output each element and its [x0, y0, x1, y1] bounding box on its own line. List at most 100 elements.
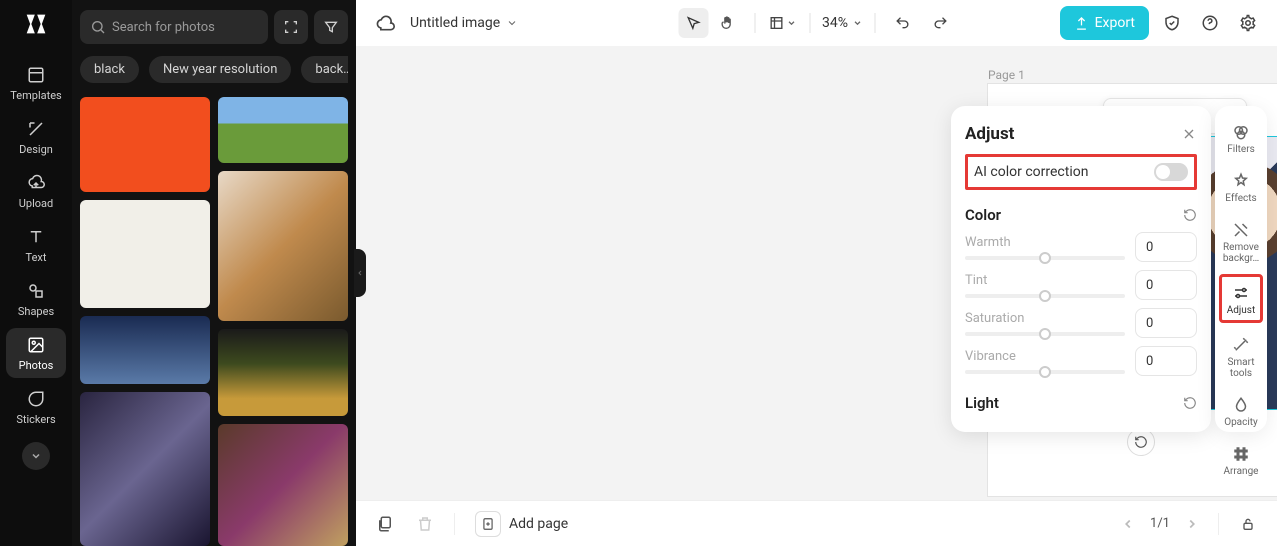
vibrance-value[interactable]: 0 — [1135, 346, 1197, 376]
rrail-opacity[interactable]: Opacity — [1219, 389, 1263, 432]
close-button[interactable] — [1181, 126, 1197, 142]
zoom-value: 34% — [822, 15, 848, 31]
cloud-icon[interactable] — [370, 8, 400, 38]
tint-slider[interactable] — [965, 294, 1125, 298]
rail-design-label: Design — [19, 143, 53, 156]
vibrance-label: Vibrance — [965, 349, 1125, 364]
export-label: Export — [1095, 15, 1135, 31]
templates-icon — [26, 65, 46, 85]
redo-button[interactable] — [925, 8, 955, 38]
app-logo[interactable] — [20, 8, 52, 40]
smart-tools-icon — [1232, 335, 1250, 355]
search-input[interactable]: Search for photos — [80, 10, 268, 44]
warmth-value[interactable]: 0 — [1135, 232, 1197, 262]
rrail-arrange[interactable]: Arrange — [1219, 438, 1263, 481]
warmth-label: Warmth — [965, 235, 1125, 250]
saturation-value[interactable]: 0 — [1135, 308, 1197, 338]
chevron-down-icon — [852, 18, 862, 28]
upload-icon — [26, 173, 46, 193]
rail-photos-label: Photos — [19, 359, 54, 372]
ai-color-toggle[interactable] — [1154, 163, 1188, 181]
shapes-icon — [26, 281, 46, 301]
rail-templates-label: Templates — [10, 89, 61, 102]
help-icon[interactable] — [1195, 8, 1225, 38]
saturation-label: Saturation — [965, 311, 1125, 326]
divider — [1218, 513, 1219, 535]
rrail-filters[interactable]: Filters — [1219, 116, 1263, 159]
photo-thumb[interactable] — [218, 97, 348, 163]
photo-thumb[interactable] — [80, 316, 210, 384]
bottombar: Add page 1/1 — [356, 500, 1277, 546]
chip-new-year[interactable]: New year resolution — [149, 56, 291, 83]
chip-back[interactable]: back… — [301, 56, 348, 83]
rotate-handle[interactable] — [1127, 428, 1155, 456]
rail-photos[interactable]: Photos — [6, 328, 66, 378]
rail-templates[interactable]: Templates — [6, 58, 66, 108]
divider — [754, 13, 755, 33]
canvas[interactable]: Page 1 Adjust — [356, 46, 1277, 500]
rrail-remove-bg[interactable]: Remove backgr… — [1219, 214, 1263, 268]
settings-icon[interactable] — [1233, 8, 1263, 38]
stickers-icon — [26, 389, 46, 409]
vibrance-slider[interactable] — [965, 370, 1125, 374]
chip-row: black New year resolution back… — [80, 56, 348, 83]
search-icon — [90, 19, 106, 35]
photo-thumb[interactable] — [80, 97, 210, 192]
rail-upload[interactable]: Upload — [6, 166, 66, 216]
rail-expand[interactable] — [22, 442, 50, 470]
saturation-slider[interactable] — [965, 332, 1125, 336]
photos-icon — [26, 335, 46, 355]
hand-tool[interactable] — [712, 8, 742, 38]
frame-tool[interactable] — [767, 8, 797, 38]
scan-button[interactable] — [274, 10, 308, 44]
divider — [454, 513, 455, 535]
chip-black[interactable]: black — [80, 56, 139, 83]
filters-icon — [1232, 122, 1250, 142]
pages-button[interactable] — [370, 509, 400, 539]
filter-button[interactable] — [314, 10, 348, 44]
page-label: Page 1 — [988, 68, 1025, 82]
rrail-effects[interactable]: Effects — [1219, 165, 1263, 208]
lock-button[interactable] — [1233, 509, 1263, 539]
prev-page[interactable] — [1116, 512, 1140, 536]
shield-icon[interactable] — [1157, 8, 1187, 38]
photo-thumb[interactable] — [218, 171, 348, 321]
panel-collapse-handle[interactable] — [354, 249, 366, 297]
rrail-smart-tools[interactable]: Smart tools — [1219, 329, 1263, 383]
design-icon — [26, 119, 46, 139]
reset-light-button[interactable] — [1183, 396, 1197, 410]
photo-thumb[interactable] — [218, 329, 348, 416]
next-page[interactable] — [1180, 512, 1204, 536]
photo-thumb[interactable] — [218, 424, 348, 546]
add-page-icon — [475, 511, 501, 537]
zoom-control[interactable]: 34% — [822, 15, 862, 31]
remove-bg-icon — [1232, 220, 1250, 240]
effects-icon — [1232, 171, 1250, 191]
ai-color-label: AI color correction — [974, 164, 1088, 180]
photo-thumb[interactable] — [80, 200, 210, 307]
adjust-title: Adjust — [965, 124, 1014, 144]
delete-button[interactable] — [410, 509, 440, 539]
add-page-label: Add page — [509, 516, 568, 532]
section-light: Light — [965, 394, 999, 412]
rail-design[interactable]: Design — [6, 112, 66, 162]
add-page-button[interactable]: Add page — [475, 511, 568, 537]
document-title[interactable]: Untitled image — [410, 15, 518, 31]
rail-text[interactable]: Text — [6, 220, 66, 270]
tint-value[interactable]: 0 — [1135, 270, 1197, 300]
reset-color-button[interactable] — [1183, 208, 1197, 222]
arrange-icon — [1232, 444, 1250, 464]
export-button[interactable]: Export — [1060, 6, 1149, 40]
undo-button[interactable] — [887, 8, 917, 38]
text-icon — [26, 227, 46, 247]
rrail-adjust[interactable]: Adjust — [1219, 274, 1263, 323]
warmth-slider[interactable] — [965, 256, 1125, 260]
rail-shapes[interactable]: Shapes — [6, 274, 66, 324]
ai-color-correction-row: AI color correction — [965, 154, 1197, 190]
export-icon — [1074, 16, 1089, 31]
photo-thumb[interactable] — [80, 392, 210, 546]
search-placeholder: Search for photos — [112, 20, 215, 35]
adjust-icon — [1232, 283, 1250, 303]
select-tool[interactable] — [678, 8, 708, 38]
rail-stickers[interactable]: Stickers — [6, 382, 66, 432]
